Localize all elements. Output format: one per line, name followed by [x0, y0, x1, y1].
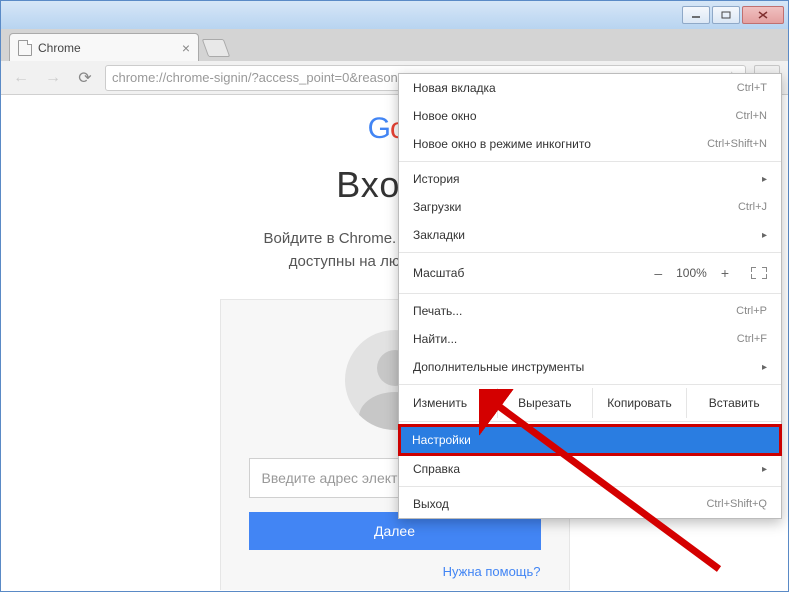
close-tab-icon[interactable]: × [182, 40, 190, 56]
menu-print[interactable]: Печать...Ctrl+P [399, 297, 781, 325]
forward-button[interactable]: → [41, 66, 65, 90]
url-text: chrome://chrome-signin/?access_point=0&r… [112, 70, 413, 85]
menu-edit-label: Изменить [399, 388, 497, 418]
menu-edit-row: Изменить Вырезать Копировать Вставить [399, 388, 781, 418]
menu-zoom: Масштаб – 100% + [399, 256, 781, 290]
tab-title: Chrome [38, 41, 81, 55]
menu-downloads[interactable]: ЗагрузкиCtrl+J [399, 193, 781, 221]
menu-copy[interactable]: Копировать [592, 388, 687, 418]
browser-tab[interactable]: Chrome × [9, 33, 199, 61]
menu-exit[interactable]: ВыходCtrl+Shift+Q [399, 490, 781, 518]
chrome-menu: Новая вкладкаCtrl+T Новое окноCtrl+N Нов… [398, 73, 782, 519]
close-window-button[interactable] [742, 6, 784, 24]
menu-history[interactable]: История▸ [399, 165, 781, 193]
zoom-in-button[interactable]: + [721, 265, 729, 281]
menu-new-tab[interactable]: Новая вкладкаCtrl+T [399, 74, 781, 102]
menu-incognito[interactable]: Новое окно в режиме инкогнитоCtrl+Shift+… [399, 130, 781, 158]
menu-settings[interactable]: Настройки [398, 424, 782, 456]
menu-find[interactable]: Найти...Ctrl+F [399, 325, 781, 353]
page-icon [18, 40, 32, 56]
menu-more-tools[interactable]: Дополнительные инструменты▸ [399, 353, 781, 381]
maximize-button[interactable] [712, 6, 740, 24]
fullscreen-icon[interactable] [751, 267, 767, 279]
menu-bookmarks[interactable]: Закладки▸ [399, 221, 781, 249]
tab-strip: Chrome × [1, 29, 788, 61]
zoom-value: 100% [676, 266, 707, 280]
reload-button[interactable]: ⟳ [73, 66, 97, 90]
menu-cut[interactable]: Вырезать [497, 388, 592, 418]
window-titlebar [1, 1, 788, 29]
back-button[interactable]: ← [9, 66, 33, 90]
help-link[interactable]: Нужна помощь? [249, 564, 541, 579]
menu-new-window[interactable]: Новое окноCtrl+N [399, 102, 781, 130]
menu-paste[interactable]: Вставить [686, 388, 781, 418]
zoom-out-button[interactable]: – [654, 265, 662, 281]
new-tab-button[interactable] [202, 39, 231, 57]
menu-help[interactable]: Справка▸ [399, 455, 781, 483]
minimize-button[interactable] [682, 6, 710, 24]
